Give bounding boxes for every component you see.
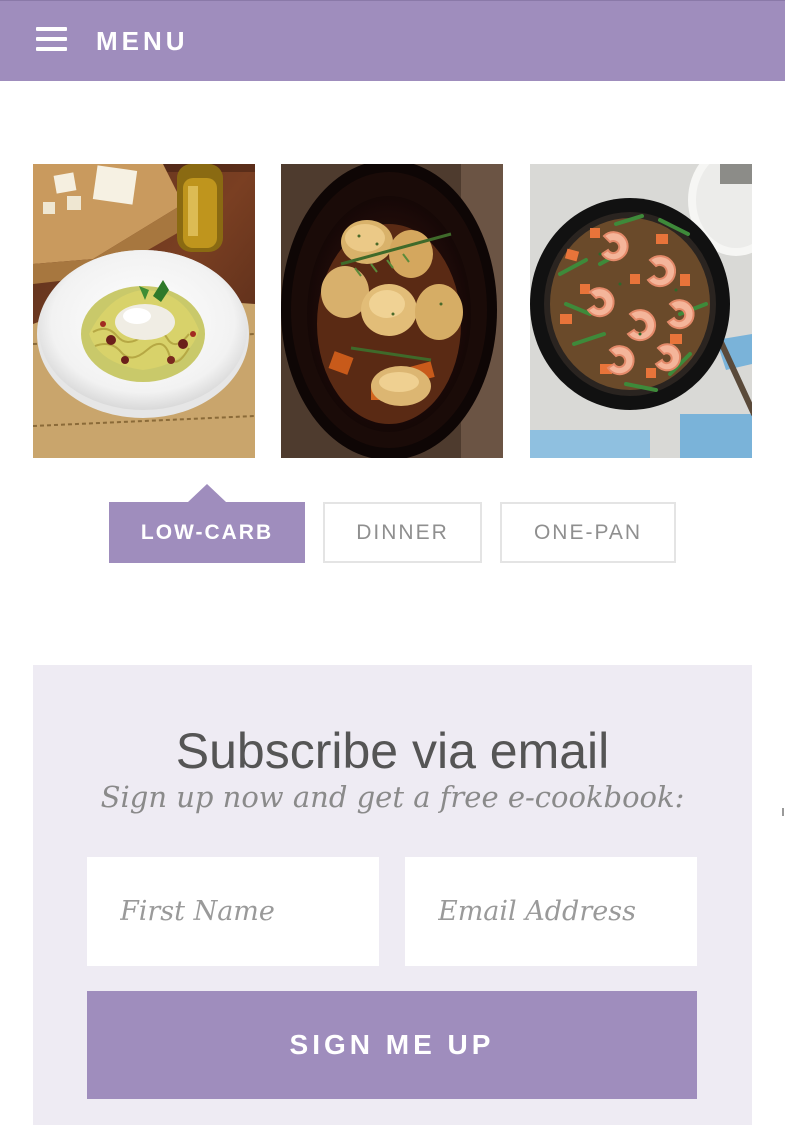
- subscribe-title: Subscribe via email: [175, 723, 610, 779]
- tab-dinner[interactable]: DINNER: [323, 502, 482, 563]
- subscribe-subtitle: Sign up now and get a free e-cookbook:: [100, 780, 685, 814]
- recipe-photo-slow-cooker-chicken[interactable]: [281, 164, 503, 458]
- menu-button[interactable]: MENU: [36, 21, 189, 57]
- page: MENU LOW-CARB DINNER ONE-PAN Subscribe v…: [0, 0, 785, 1125]
- email-address-input[interactable]: [405, 857, 697, 966]
- sign-me-up-button[interactable]: SIGN ME UP: [87, 991, 697, 1099]
- recipe-photo-shrimp-skillet[interactable]: [530, 164, 752, 458]
- first-name-input[interactable]: [87, 857, 379, 966]
- recipe-photo-row: [33, 164, 752, 458]
- menu-label[interactable]: MENU: [96, 22, 189, 57]
- hamburger-icon[interactable]: [36, 27, 67, 51]
- recipe-photo-spaghetti-squash[interactable]: [33, 164, 255, 458]
- tab-one-pan[interactable]: ONE-PAN: [500, 502, 676, 563]
- top-nav-bar: MENU: [0, 0, 785, 81]
- tab-low-carb[interactable]: LOW-CARB: [109, 484, 305, 563]
- subscribe-panel: Subscribe via email Sign up now and get …: [33, 665, 752, 1125]
- scrollbar-thumb[interactable]: [782, 808, 784, 816]
- category-tabs: LOW-CARB DINNER ONE-PAN: [0, 484, 785, 563]
